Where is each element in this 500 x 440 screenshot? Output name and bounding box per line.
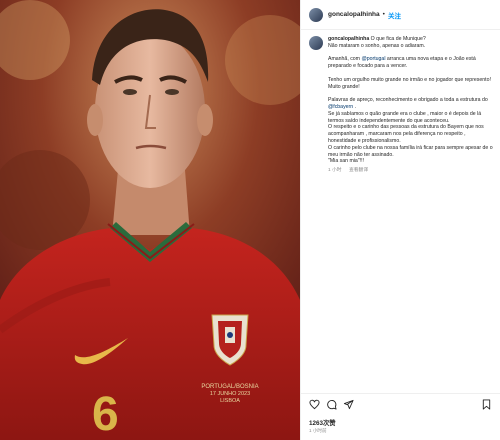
- share-icon[interactable]: [343, 399, 354, 410]
- heart-icon[interactable]: [309, 399, 320, 410]
- bookmark-icon[interactable]: [481, 399, 492, 410]
- caption-line-3a: Amanhã, com: [328, 56, 362, 63]
- shirt-number: 6: [92, 388, 119, 440]
- comment-icon[interactable]: [326, 399, 337, 410]
- post-details-panel: goncalopalhinha • 关注 goncalopalhinha O q…: [300, 0, 500, 440]
- mention-fcbayern[interactable]: @fcbayern: [328, 104, 353, 110]
- caption-line-1: O que fica de Munique?: [370, 36, 426, 42]
- caption-line-6: Palavras de apreço, reconhecimento e obr…: [328, 97, 488, 104]
- post-time: 1 小时前: [309, 428, 327, 433]
- crest-text-3: LISBOA: [220, 398, 240, 404]
- caption-line-8: O respeito e o carinho das pessoas da es…: [328, 124, 484, 144]
- caption-line-6b: .: [353, 103, 357, 110]
- caption-line-10: "Mia san mia"!!!: [328, 158, 364, 165]
- caption-line-9: O carinho pelo clube na nossa família ir…: [328, 144, 493, 158]
- separator-dot: •: [382, 11, 385, 18]
- caption-line-2: Não mataram o sonho, apenas o adiaram.: [328, 42, 426, 49]
- instagram-post: 6 PORTUGAL/BOSNIA 17 JUNHO 2023 LISBOA g…: [0, 0, 500, 440]
- post-image[interactable]: 6 PORTUGAL/BOSNIA 17 JUNHO 2023 LISBOA: [0, 0, 300, 440]
- follow-button[interactable]: 关注: [388, 10, 401, 20]
- avatar[interactable]: [309, 7, 323, 22]
- caption-username[interactable]: goncalopalhinha: [328, 36, 369, 42]
- caption-meta: 1 小时 查看翻译: [328, 168, 494, 175]
- like-count[interactable]: 1263次赞: [309, 418, 336, 427]
- caption-line-4: Tenho um orgulho muito grande no irmão e…: [328, 76, 491, 83]
- caption-line-7: Se já sabíamos o quão grande era o clube…: [328, 110, 482, 124]
- player-photo: 6 PORTUGAL/BOSNIA 17 JUNHO 2023 LISBOA: [0, 0, 300, 440]
- post-caption: goncalopalhinha O que fica de Munique? N…: [309, 36, 494, 175]
- crest-text-1: PORTUGAL/BOSNIA: [201, 384, 258, 390]
- caption-avatar[interactable]: [309, 36, 323, 50]
- crest-text-2: 17 JUNHO 2023: [210, 391, 250, 397]
- action-bar: [301, 393, 500, 415]
- caption-line-5: Muito grande!: [328, 83, 360, 90]
- mention-portugal[interactable]: @portugal: [361, 56, 385, 62]
- header-username[interactable]: goncalopalhinha: [328, 11, 380, 18]
- post-header: goncalopalhinha • 关注: [301, 0, 500, 30]
- see-translation-link[interactable]: 查看翻译: [349, 168, 368, 173]
- caption-time: 1 小时: [328, 168, 342, 174]
